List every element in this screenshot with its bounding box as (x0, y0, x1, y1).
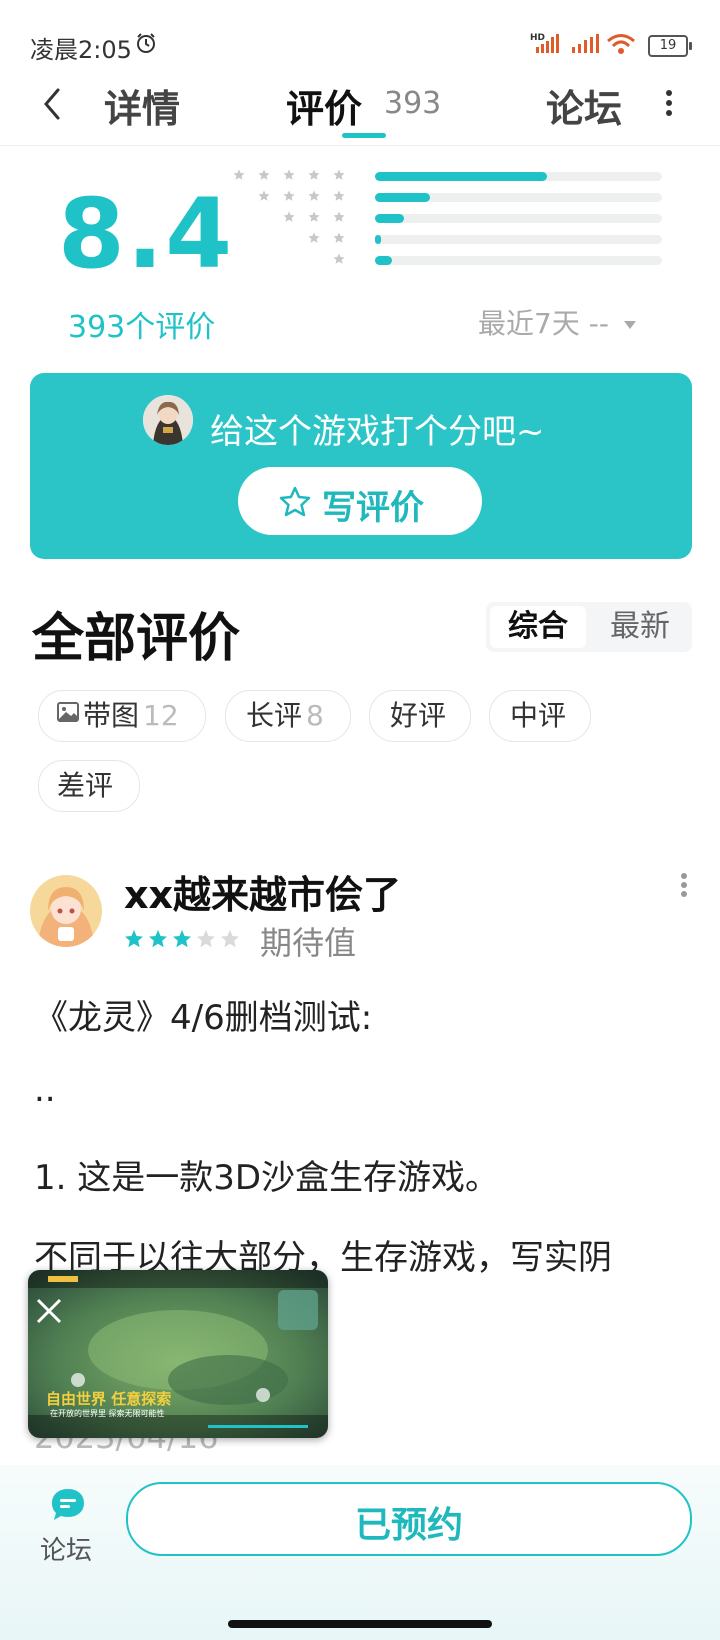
tab-detail[interactable]: 详情 (104, 78, 180, 133)
rating-row-stars (233, 169, 345, 180)
svg-text:HD: HD (530, 33, 545, 43)
rating-bar-track (375, 235, 662, 244)
review-star (221, 930, 239, 948)
alarm-icon (137, 33, 155, 53)
image-icon (57, 702, 79, 722)
floating-video-player[interactable]: 自由世界 任意探索 在开放的世界里 探索无限可能性 (28, 1270, 328, 1438)
rating-bar-fill (375, 172, 547, 181)
rating-bar-track (375, 172, 662, 181)
rating-row-stars (333, 253, 345, 264)
active-tab-indicator (342, 133, 386, 138)
filter-neutral[interactable]: 中评 (489, 690, 591, 742)
review-line-2: .. (34, 1070, 56, 1110)
recent-period-select[interactable]: 最近7天 -- (478, 302, 636, 342)
user-avatar (143, 395, 193, 445)
rating-count: 393个评价 (68, 310, 216, 345)
review-line-1: 《龙灵》4/6删档测试: (34, 998, 373, 1038)
filter-positive[interactable]: 好评 (369, 690, 471, 742)
sort-toggle: 综合 最新 (486, 602, 692, 652)
review-tag: 期待值 (260, 924, 357, 962)
review-star (149, 930, 167, 948)
write-review-label: 写评价 (322, 488, 424, 528)
all-reviews-title: 全部评价 (32, 609, 241, 669)
rating-bar-fill (375, 256, 392, 265)
sort-comprehensive[interactable]: 综合 (490, 606, 586, 648)
recent-period-label: 最近7天 -- (478, 307, 609, 340)
rating-bar-fill (375, 214, 404, 223)
tab-forum[interactable]: 论坛 (546, 78, 622, 133)
reviewer-name[interactable]: xx越来越市侩了 (124, 864, 401, 919)
home-indicator[interactable] (228, 1620, 492, 1628)
forum-icon[interactable] (48, 1485, 88, 1525)
review-star (125, 930, 143, 948)
review-more-icon[interactable] (680, 872, 688, 898)
filter-label: 长评 (246, 699, 303, 732)
filter-label: 带图 (83, 699, 140, 732)
sort-latest[interactable]: 最新 (592, 606, 688, 648)
back-icon[interactable] (38, 84, 68, 124)
filter-label: 好评 (390, 699, 447, 732)
review-stars (124, 928, 244, 950)
rating-bar-track (375, 214, 662, 223)
video-caption-title: 自由世界 任意探索 (46, 1390, 172, 1408)
wifi-icon (607, 34, 635, 54)
filter-count: 12 (143, 699, 179, 732)
rating-bar-fill (375, 193, 430, 202)
rating-bar-fill (375, 235, 381, 244)
write-review-button[interactable]: 写评价 (238, 467, 482, 535)
status-time: 凌晨2:05 (30, 36, 132, 64)
forum-label: 论坛 (40, 1536, 93, 1566)
filter-with-images[interactable]: 带图 12 (38, 690, 206, 742)
chevron-down-icon (623, 321, 636, 329)
tab-reviews-count: 393 (384, 86, 442, 121)
filter-long[interactable]: 长评 8 (225, 690, 351, 742)
star-outline-icon (279, 486, 311, 517)
reserved-label: 已预约 (354, 1505, 463, 1546)
nav-divider (0, 145, 720, 146)
reviewer-avatar[interactable] (30, 875, 102, 947)
rating-row-stars (258, 190, 345, 201)
filter-label: 差评 (57, 769, 114, 802)
filter-count: 8 (306, 699, 324, 732)
reserved-button[interactable]: 已预约 (126, 1482, 692, 1556)
filter-negative[interactable]: 差评 (38, 760, 140, 812)
review-star (173, 930, 191, 948)
filter-label: 中评 (510, 699, 567, 732)
rating-bar-track (375, 256, 662, 265)
review-line-3: 1. 这是一款3D沙盒生存游戏。 (34, 1158, 500, 1198)
signal-hd-icon: HD (530, 33, 559, 53)
rating-row-stars (283, 211, 345, 222)
tab-reviews[interactable]: 评价 (286, 78, 362, 133)
rate-prompt: 给这个游戏打个分吧~ (210, 412, 545, 452)
more-options-icon[interactable] (664, 88, 674, 118)
rating-bar-track (375, 193, 662, 202)
video-caption-sub: 在开放的世界里 探索无限可能性 (50, 1409, 165, 1418)
signal-icon (572, 34, 599, 53)
review-star (197, 930, 215, 948)
battery-indicator: 19 (648, 35, 692, 57)
rating-score: 8.4 (58, 178, 235, 290)
rating-row-stars (308, 232, 345, 243)
